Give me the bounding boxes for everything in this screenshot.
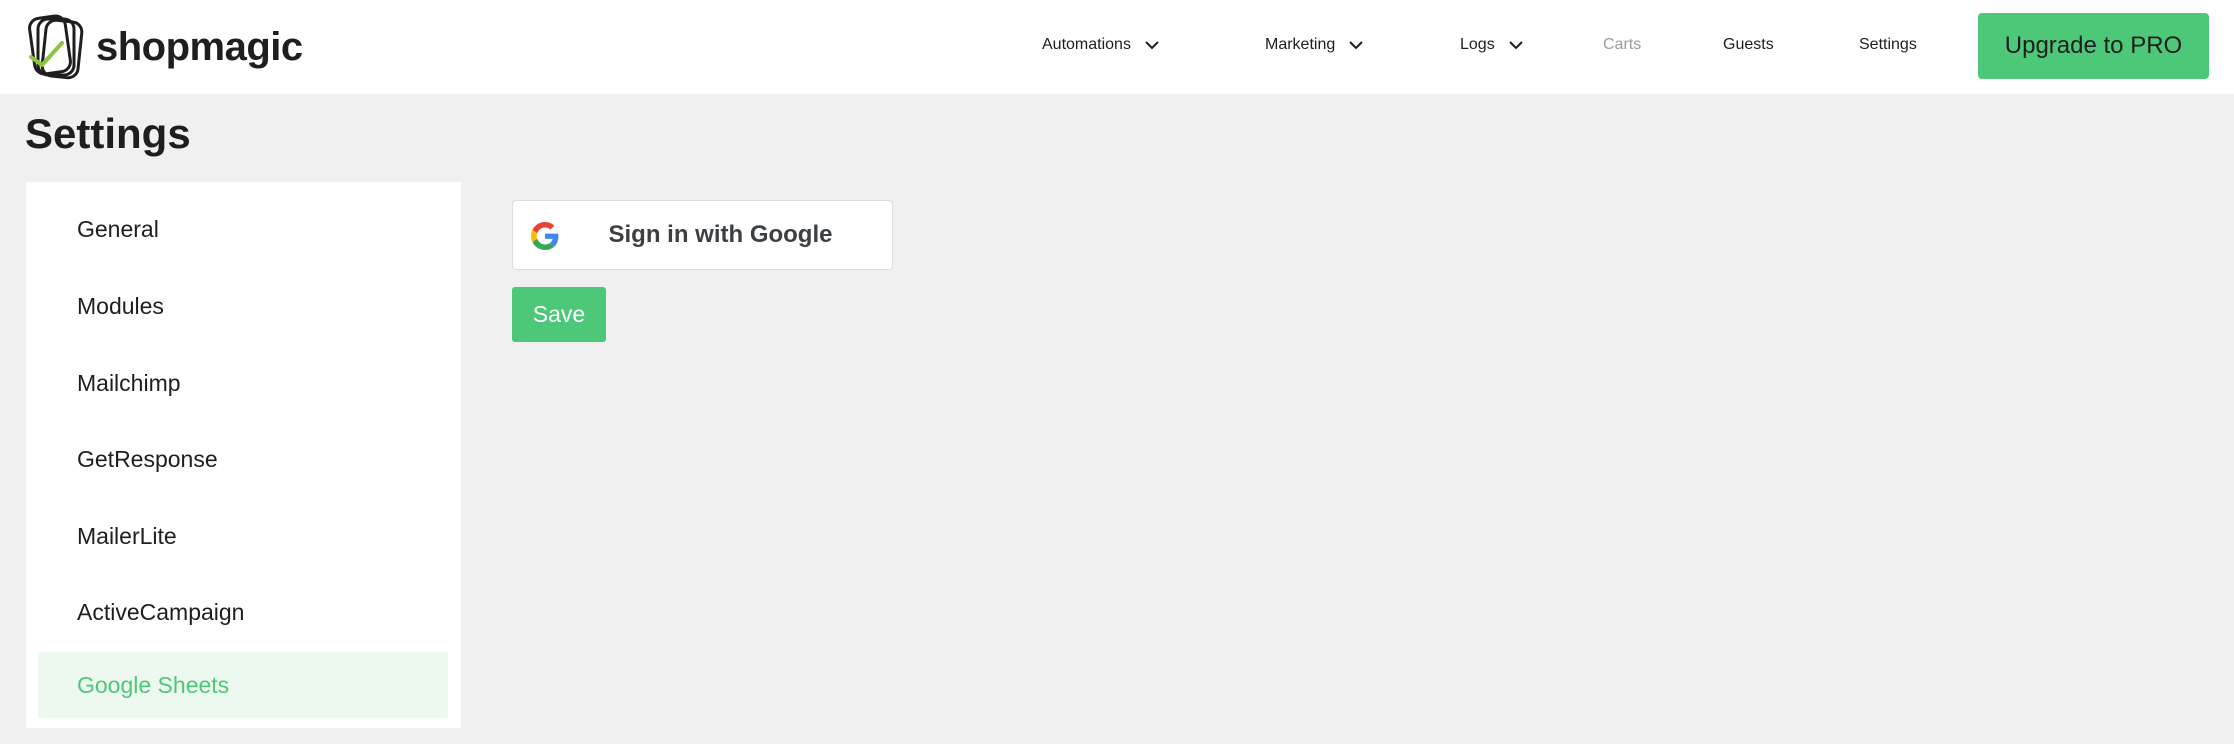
nav-carts[interactable]: Carts — [1603, 0, 1641, 90]
sidebar-item-mailchimp[interactable]: Mailchimp — [38, 350, 448, 416]
sidebar-item-modules[interactable]: Modules — [38, 273, 448, 339]
sidebar-item-label: Google Sheets — [77, 671, 230, 698]
sidebar-item-label: GetResponse — [77, 445, 218, 472]
sidebar-item-label: Modules — [77, 292, 164, 319]
nav-carts-label: Carts — [1603, 36, 1642, 53]
brand[interactable]: shopmagic — [28, 10, 303, 84]
nav-logs-label: Logs — [1460, 36, 1495, 53]
sidebar-item-mailerlite[interactable]: MailerLite — [38, 503, 448, 569]
nav-guests-label: Guests — [1723, 36, 1774, 53]
nav-automations-label: Automations — [1042, 36, 1131, 53]
nav-guests[interactable]: Guests — [1723, 0, 1774, 90]
chevron-down-icon — [1145, 41, 1159, 50]
sidebar-item-activecampaign[interactable]: ActiveCampaign — [38, 579, 448, 645]
page-title: Settings — [25, 110, 191, 157]
settings-sidebar: General Modules Mailchimp GetResponse Ma… — [26, 182, 461, 728]
upgrade-to-pro-button[interactable]: Upgrade to PRO — [1978, 13, 2209, 79]
nav-settings[interactable]: Settings — [1859, 0, 1917, 90]
top-navigation-bar: shopmagic Automations Marketing Logs Car… — [0, 0, 2234, 94]
sidebar-item-label: MailerLite — [77, 522, 177, 549]
upgrade-label: Upgrade to PRO — [2004, 32, 2183, 59]
nav-automations[interactable]: Automations — [1042, 0, 1161, 90]
sidebar-item-google-sheets[interactable]: Google Sheets — [38, 652, 448, 718]
sidebar-item-general[interactable]: General — [38, 196, 448, 262]
save-button[interactable]: Save — [512, 287, 606, 342]
chevron-down-icon — [1508, 41, 1523, 50]
sidebar-item-label: General — [77, 215, 159, 242]
nav-logs[interactable]: Logs — [1460, 0, 1525, 90]
shopmagic-logo-icon — [28, 14, 84, 80]
nav-marketing[interactable]: Marketing — [1265, 0, 1365, 90]
brand-name: shopmagic — [96, 24, 303, 69]
sidebar-item-label: Mailchimp — [77, 369, 181, 396]
nav-settings-label: Settings — [1859, 36, 1917, 53]
sidebar-item-label: ActiveCampaign — [77, 598, 245, 625]
save-label: Save — [532, 301, 586, 327]
google-signin-label: Sign in with Google — [608, 221, 833, 248]
nav-marketing-label: Marketing — [1265, 36, 1336, 53]
google-signin-button[interactable]: Sign in with Google — [512, 200, 893, 270]
chevron-down-icon — [1349, 41, 1363, 50]
sidebar-item-getresponse[interactable]: GetResponse — [38, 426, 448, 492]
